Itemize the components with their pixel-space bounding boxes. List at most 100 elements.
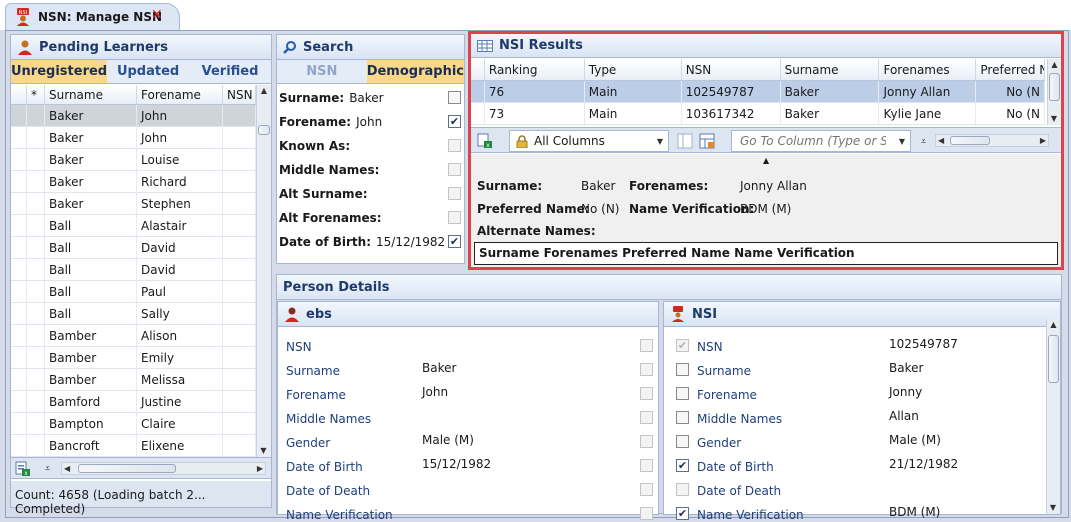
row-indicator[interactable] <box>11 413 27 434</box>
row-indicator[interactable] <box>471 103 485 124</box>
criteria-checkbox[interactable] <box>448 91 461 104</box>
row-indicator[interactable] <box>11 303 27 324</box>
table-row[interactable]: Ball Paul <box>11 281 256 303</box>
row-indicator[interactable] <box>11 215 27 236</box>
table-row[interactable]: 76 Main 102549787 Baker Jonny Allan No (N <box>471 81 1045 103</box>
tab-updated[interactable]: Updated <box>107 60 190 83</box>
ebs-field-checkbox[interactable] <box>640 339 653 352</box>
ebs-field-checkbox[interactable] <box>640 411 653 424</box>
tab-verified[interactable]: Verified <box>189 60 272 83</box>
scroll-down-arrow-icon[interactable]: ▼ <box>1047 502 1059 514</box>
alternate-names-grid-header[interactable]: Surname Forenames Preferred Name Name Ve… <box>474 242 1058 265</box>
nsi-field-checkbox[interactable] <box>676 483 689 496</box>
ebs-field-checkbox[interactable] <box>640 459 653 472</box>
column-forename[interactable]: Forename <box>137 85 223 104</box>
nsi-field-checkbox[interactable] <box>676 411 689 424</box>
column-nsn[interactable]: NSN <box>682 59 781 80</box>
criteria-checkbox[interactable] <box>448 187 461 200</box>
criteria-checkbox[interactable] <box>448 139 461 152</box>
ebs-field-checkbox[interactable] <box>640 363 653 376</box>
column-type[interactable]: Type <box>585 59 682 80</box>
goto-column-input[interactable] <box>738 133 888 149</box>
column-surname[interactable]: Surname <box>45 85 137 104</box>
nsi-field-checkbox[interactable]: ✔ <box>676 459 689 472</box>
table-row[interactable]: Ball Alastair <box>11 215 256 237</box>
row-indicator[interactable] <box>11 325 27 346</box>
table-row[interactable]: Ball Sally <box>11 303 256 325</box>
pending-horizontal-scrollbar[interactable]: ◀ ▶ <box>61 462 266 475</box>
table-row[interactable]: Bamford Justine <box>11 391 256 413</box>
scroll-thumb[interactable] <box>1049 73 1060 101</box>
chevron-down-icon[interactable]: ▼ <box>894 137 910 146</box>
column-ranking[interactable]: Ranking <box>485 59 585 80</box>
document-tab[interactable]: NSI NSN: Manage NSN ✕ <box>5 3 180 31</box>
table-row[interactable]: Bampton Claire <box>11 413 256 435</box>
table-row[interactable]: Ball David <box>11 237 256 259</box>
nsi-field-checkbox[interactable] <box>676 363 689 376</box>
row-indicator[interactable] <box>11 435 27 456</box>
results-horizontal-scrollbar[interactable]: ◀ ▶ <box>935 134 1049 147</box>
h-scroll-thumb[interactable] <box>950 136 990 145</box>
criteria-checkbox[interactable] <box>448 163 461 176</box>
tab-unregistered[interactable]: Unregistered <box>11 60 108 83</box>
scroll-thumb[interactable] <box>1048 335 1059 383</box>
export-excel-icon[interactable]: x <box>15 461 31 477</box>
scroll-left-arrow-icon[interactable]: ◀ <box>64 463 70 475</box>
export-excel-icon[interactable]: x <box>477 133 493 149</box>
tab-demographic[interactable]: Demographic <box>366 60 464 83</box>
close-tab-icon[interactable]: ✕ <box>151 7 163 23</box>
scroll-up-arrow-icon[interactable]: ▲ <box>257 85 271 97</box>
row-indicator[interactable] <box>11 347 27 368</box>
toolbar-menu-icon[interactable]: ⩡ <box>921 137 926 147</box>
table-row[interactable]: Bamber Melissa <box>11 369 256 391</box>
column-preferred-name[interactable]: Preferred N <box>976 59 1045 80</box>
table-row[interactable]: Bamber Emily <box>11 347 256 369</box>
row-indicator[interactable] <box>11 259 27 280</box>
table-row[interactable]: Bamber Alison <box>11 325 256 347</box>
ebs-field-checkbox[interactable] <box>640 387 653 400</box>
scroll-down-arrow-icon[interactable]: ▼ <box>1048 113 1060 125</box>
chevron-down-icon[interactable]: ▼ <box>652 137 668 146</box>
criteria-checkbox[interactable] <box>448 211 461 224</box>
column-star[interactable]: * <box>27 85 45 104</box>
results-vertical-scrollbar[interactable]: ▲ ▼ <box>1047 59 1061 125</box>
ebs-field-checkbox[interactable] <box>640 435 653 448</box>
table-row[interactable]: 73 Main 103617342 Baker Kylie Jane No (N <box>471 103 1045 125</box>
table-row[interactable]: Baker Stephen <box>11 193 256 215</box>
table-row[interactable]: Baker Louise <box>11 149 256 171</box>
nsi-field-checkbox[interactable]: ✔ <box>676 339 689 352</box>
row-indicator[interactable] <box>11 171 27 192</box>
scroll-right-arrow-icon[interactable]: ▶ <box>257 463 263 475</box>
criteria-checkbox[interactable]: ✔ <box>448 115 461 128</box>
nsi-vertical-scrollbar[interactable]: ▲ ▼ <box>1046 319 1060 514</box>
column-surname[interactable]: Surname <box>781 59 880 80</box>
scroll-up-arrow-icon[interactable]: ▲ <box>1048 59 1061 71</box>
row-indicator[interactable] <box>11 193 27 214</box>
row-indicator[interactable] <box>11 127 27 148</box>
table-row[interactable]: Bancroft Elixene <box>11 435 256 457</box>
nsi-field-checkbox[interactable] <box>676 387 689 400</box>
nsi-field-checkbox[interactable] <box>676 435 689 448</box>
scroll-right-arrow-icon[interactable]: ▶ <box>1040 135 1046 147</box>
tab-nsn[interactable]: NSN <box>277 60 367 83</box>
table-row[interactable]: Baker Richard <box>11 171 256 193</box>
scroll-left-arrow-icon[interactable]: ◀ <box>938 135 944 147</box>
scroll-thumb[interactable] <box>258 125 270 135</box>
layout-icon[interactable] <box>699 133 715 149</box>
ebs-field-checkbox[interactable] <box>640 507 653 520</box>
column-chooser-icon[interactable] <box>677 133 693 149</box>
table-row[interactable]: Baker John <box>11 105 256 127</box>
column-nsn[interactable]: NSN <box>223 85 256 104</box>
table-row[interactable]: Ball David <box>11 259 256 281</box>
scroll-down-arrow-icon[interactable]: ▼ <box>257 445 270 457</box>
scroll-up-arrow-icon[interactable]: ▲ <box>1047 319 1060 331</box>
h-scroll-thumb[interactable] <box>78 464 176 473</box>
criteria-checkbox[interactable]: ✔ <box>448 235 461 248</box>
toolbar-menu-icon[interactable]: ⩡ <box>45 464 50 474</box>
pending-vertical-scrollbar[interactable]: ▲ ▼ <box>256 85 271 457</box>
table-row[interactable]: Baker John <box>11 127 256 149</box>
ebs-field-checkbox[interactable] <box>640 483 653 496</box>
row-indicator[interactable] <box>11 105 27 126</box>
row-indicator[interactable] <box>471 81 485 102</box>
splitter-up-arrow-icon[interactable]: ▲ <box>763 156 769 165</box>
